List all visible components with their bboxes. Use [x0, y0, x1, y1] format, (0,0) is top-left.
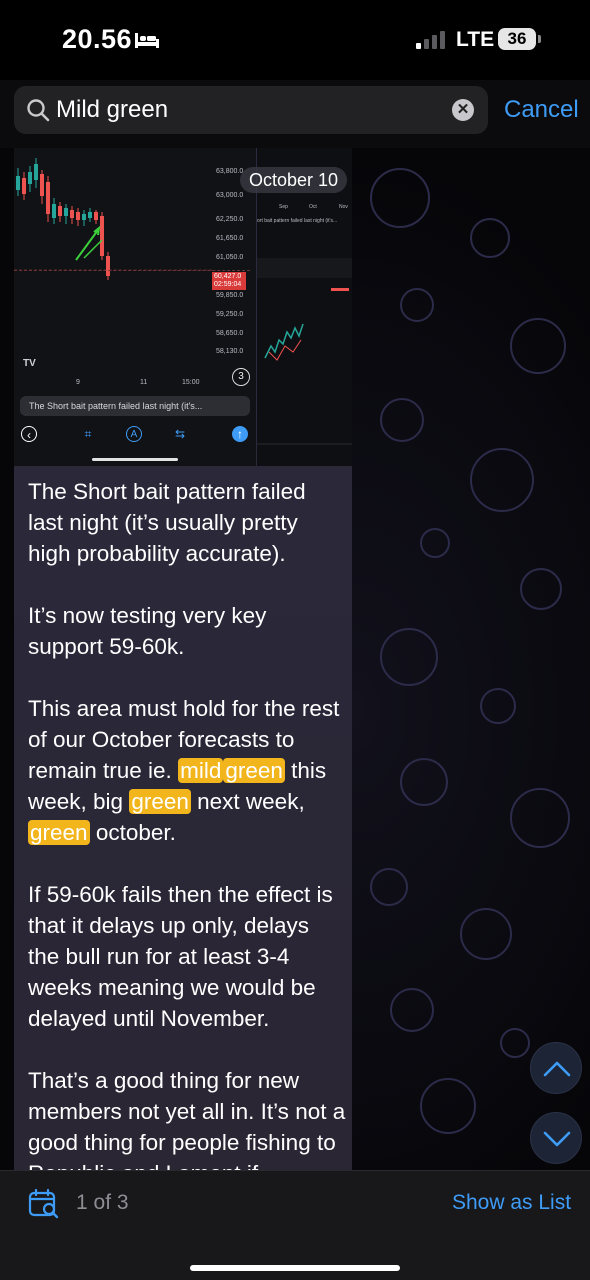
- message-paragraph: It’s now testing very key support 59-60k…: [28, 603, 267, 659]
- message-bubble[interactable]: 63,800.0 63,000.0 62,250.0 61,650.0 61,0…: [14, 148, 352, 1170]
- second-screenshot-image[interactable]: Sep Oct Nov ort bait pattern failed last…: [257, 148, 352, 466]
- price-label: 61,650.0: [216, 235, 244, 242]
- message-paragraph: This area must hold for the rest of our …: [28, 693, 346, 848]
- tradingview-logo: TV: [23, 358, 36, 369]
- adjust-icon: ⇆: [174, 427, 186, 441]
- search-input[interactable]: [56, 86, 436, 134]
- time-label: 9: [76, 379, 80, 386]
- price-label: 63,800.0: [216, 168, 244, 175]
- cancel-button[interactable]: Cancel: [504, 96, 579, 124]
- month-label: Nov: [339, 204, 348, 210]
- search-results-bar: 1 of 3 Show as List: [0, 1170, 590, 1280]
- send-icon: ↑: [232, 426, 248, 442]
- date-header: October 10: [240, 167, 348, 193]
- mini-chart: [257, 258, 352, 445]
- sleep-focus-icon: [135, 33, 159, 48]
- search-highlight: mild: [178, 758, 224, 783]
- caption-preview: The Short bait pattern failed last night…: [20, 396, 250, 416]
- message-text: The Short bait pattern failed last night…: [28, 476, 346, 1170]
- previous-result-button[interactable]: [530, 1042, 582, 1094]
- status-time: 20.56: [62, 24, 133, 54]
- price-line: [14, 270, 250, 271]
- chevron-down-icon: [543, 1131, 571, 1147]
- search-highlight: green: [223, 758, 285, 783]
- battery-tip: [538, 35, 541, 43]
- month-label: Oct: [309, 204, 317, 210]
- chevron-up-icon: [543, 1061, 571, 1077]
- status-bar: 20.56 LTE 36: [0, 0, 590, 80]
- time-label: 15:00: [182, 379, 200, 386]
- next-result-button[interactable]: [530, 1112, 582, 1164]
- price-label: 62,250.0: [216, 216, 244, 223]
- candle-countdown: 02:59:04: [214, 281, 242, 288]
- clear-search-icon[interactable]: ✕: [452, 99, 474, 121]
- result-counter: 1 of 3: [76, 1191, 129, 1214]
- month-label: Sep: [279, 204, 288, 210]
- calendar-search-icon[interactable]: [28, 1188, 60, 1220]
- price-label: 59,850.0: [216, 292, 244, 299]
- chart-screenshot-image[interactable]: 63,800.0 63,000.0 62,250.0 61,650.0 61,0…: [14, 148, 256, 466]
- price-label: 58,650.0: [216, 330, 244, 337]
- show-as-list-button[interactable]: Show as List: [452, 1191, 571, 1215]
- price-label: 59,250.0: [216, 311, 244, 318]
- candles: [16, 158, 110, 280]
- back-icon: ‹: [21, 426, 37, 442]
- photo-count-badge: 3: [232, 368, 250, 386]
- search-header: ✕ Cancel: [0, 80, 590, 148]
- message-paragraph: The Short bait pattern failed last night…: [28, 479, 306, 566]
- text-segment: next week,: [197, 789, 305, 814]
- search-icon: [27, 99, 50, 122]
- photo-editor-toolbar: ‹ ⌗ A ⇆ ↑: [14, 420, 256, 446]
- battery-icon: 36: [498, 28, 536, 50]
- current-price-tag: 60,427.0 02:59:04: [212, 272, 246, 290]
- caption-preview-small: ort bait pattern failed last night (it's…: [257, 218, 338, 224]
- search-highlight: green: [129, 789, 191, 814]
- candlestick-chart: [14, 158, 214, 280]
- home-indicator: [190, 1265, 400, 1271]
- price-label: 58,130.0: [216, 348, 244, 355]
- network-type: LTE: [456, 28, 495, 51]
- screenshot-home-indicator: [92, 458, 178, 461]
- current-price: 60,427.0: [214, 273, 242, 280]
- price-label: 61,050.0: [216, 254, 244, 261]
- crop-icon: ⌗: [84, 427, 92, 441]
- price-label: 63,000.0: [216, 192, 244, 199]
- message-paragraph: That’s a good thing for new members not …: [28, 1068, 346, 1170]
- cellular-signal-icon: [416, 31, 445, 49]
- search-box[interactable]: ✕: [14, 86, 488, 134]
- search-highlight: green: [28, 820, 90, 845]
- time-label: 11: [140, 379, 148, 386]
- text-segment: october.: [95, 820, 176, 845]
- markup-icon: A: [126, 426, 142, 442]
- message-paragraph: If 59-60k fails then the effect is that …: [28, 882, 333, 1031]
